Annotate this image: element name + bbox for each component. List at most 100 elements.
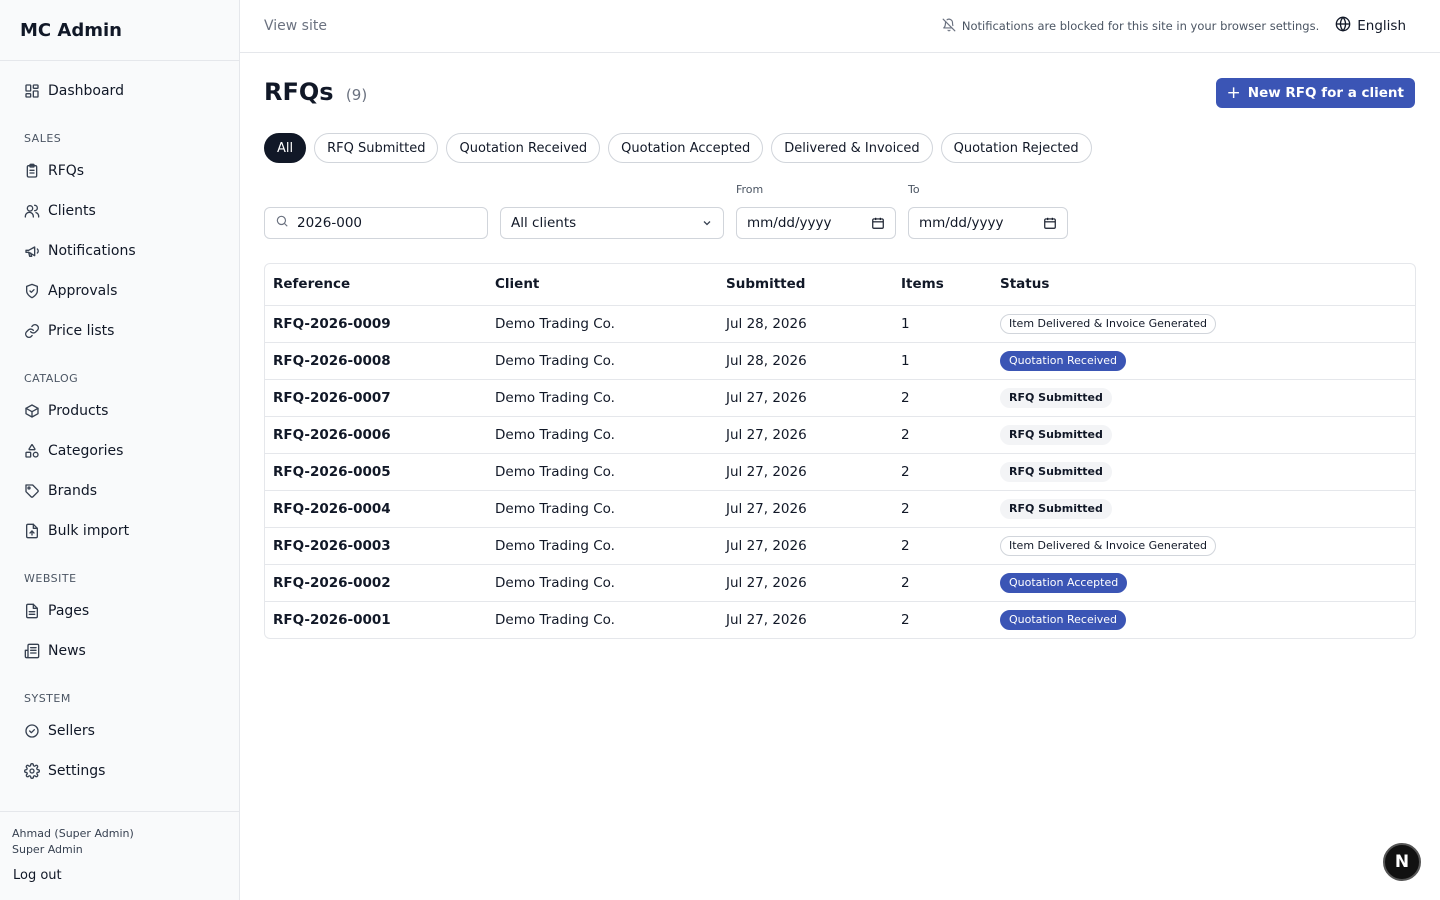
status-badge: Quotation Received (1000, 350, 1127, 371)
cell-status: Quotation Accepted (992, 564, 1415, 602)
tag-icon (24, 483, 40, 499)
table-row[interactable]: RFQ-2026-0005 Demo Trading Co. Jul 27, 202… (265, 453, 1415, 491)
cell-client: Demo Trading Co. (487, 490, 718, 528)
badge-check-icon (24, 723, 40, 739)
cell-reference[interactable]: RFQ-2026-0004 (265, 490, 487, 528)
cell-client: Demo Trading Co. (487, 305, 718, 343)
from-date-value: mm/dd/yyyy (747, 215, 832, 231)
page-count: (9) (345, 86, 368, 104)
column-header-client[interactable]: Client (487, 264, 718, 306)
sidebar-item-label: Brands (48, 483, 97, 499)
sidebar-item-pages[interactable]: Pages (0, 591, 239, 631)
to-date-input[interactable]: mm/dd/yyyy (908, 207, 1068, 239)
cell-items: 2 (893, 564, 992, 602)
status-badge: Item Delivered & Invoice Generated (1000, 313, 1216, 334)
sidebar-item-price-lists[interactable]: Price lists (0, 311, 239, 351)
sidebar-item-news[interactable]: News (0, 631, 239, 671)
tab-quotation-accepted[interactable]: Quotation Accepted (608, 133, 764, 163)
new-rfq-button[interactable]: + New RFQ for a client (1215, 78, 1415, 108)
cell-submitted: Jul 27, 2026 (718, 453, 893, 491)
cell-reference[interactable]: RFQ-2026-0009 (265, 305, 487, 343)
globe-icon (1335, 16, 1357, 36)
tab-all[interactable]: All (264, 133, 307, 163)
app-title: MC Admin (0, 0, 239, 61)
search-input[interactable]: 2026-000 (264, 207, 488, 239)
cell-client: Demo Trading Co. (487, 342, 718, 380)
cell-reference[interactable]: RFQ-2026-0006 (265, 416, 487, 454)
cell-submitted: Jul 27, 2026 (718, 564, 893, 602)
cell-client: Demo Trading Co. (487, 564, 718, 602)
table-row[interactable]: RFQ-2026-0006 Demo Trading Co. Jul 27, 202… (265, 416, 1415, 454)
table-row[interactable]: RFQ-2026-0003 Demo Trading Co. Jul 27, 202… (265, 527, 1415, 565)
tab-quotation-received[interactable]: Quotation Received (446, 133, 601, 163)
file-text-icon (24, 603, 40, 619)
sidebar-footer: Ahmad (Super Admin) Super Admin Log out (0, 811, 239, 900)
tab-delivered-invoiced[interactable]: Delivered & Invoiced (771, 133, 933, 163)
cell-reference[interactable]: RFQ-2026-0001 (265, 601, 487, 638)
column-header-items[interactable]: Items (893, 264, 992, 306)
view-site-link[interactable]: View site (264, 18, 327, 34)
sidebar-item-brands[interactable]: Brands (0, 471, 239, 511)
cell-client: Demo Trading Co. (487, 379, 718, 417)
cell-reference[interactable]: RFQ-2026-0003 (265, 527, 487, 565)
sidebar-item-label: Notifications (48, 243, 136, 259)
sidebar-item-categories[interactable]: Categories (0, 431, 239, 471)
sidebar-nav: Dashboard SALES RFQs Clients Notifications Ap… (0, 61, 239, 791)
column-header-status[interactable]: Status (992, 264, 1415, 306)
sidebar-item-products[interactable]: Products (0, 391, 239, 431)
sidebar-section-system: SYSTEM (24, 692, 71, 705)
shield-check-icon (24, 283, 40, 299)
cell-reference[interactable]: RFQ-2026-0002 (265, 564, 487, 602)
sidebar-item-clients[interactable]: Clients (0, 191, 239, 231)
tab-rfq-submitted[interactable]: RFQ Submitted (314, 133, 439, 163)
column-header-submitted[interactable]: Submitted (718, 264, 893, 306)
sidebar-section-sales: SALES (24, 132, 62, 145)
table-row[interactable]: RFQ-2026-0008 Demo Trading Co. Jul 28, 202… (265, 342, 1415, 380)
cell-reference[interactable]: RFQ-2026-0007 (265, 379, 487, 417)
sidebar-item-settings[interactable]: Settings (0, 751, 239, 791)
status-tabs: All RFQ Submitted Quotation Received Quotat… (264, 133, 1100, 163)
sidebar-item-label: Products (48, 403, 109, 419)
to-date-value: mm/dd/yyyy (919, 215, 1004, 231)
cell-items: 1 (893, 305, 992, 343)
sidebar-item-dashboard[interactable]: Dashboard (0, 71, 239, 111)
cell-submitted: Jul 27, 2026 (718, 527, 893, 565)
users-icon (24, 203, 40, 219)
calendar-icon[interactable] (1043, 216, 1057, 230)
sidebar-item-label: Dashboard (48, 83, 124, 99)
topbar: View site Notifications are blocked for … (240, 0, 1440, 53)
sidebar-item-label: Approvals (48, 283, 118, 299)
filters: 2026-000 All clients From mm/dd/yyyy To … (264, 183, 1416, 243)
language-switcher[interactable]: English (1335, 16, 1406, 36)
table-row[interactable]: RFQ-2026-0001 Demo Trading Co. Jul 27, 202… (265, 601, 1415, 638)
cell-reference[interactable]: RFQ-2026-0008 (265, 342, 487, 380)
notification-notice: Notifications are blocked for this site … (942, 18, 1319, 35)
sidebar-item-approvals[interactable]: Approvals (0, 271, 239, 311)
sidebar-item-notifications[interactable]: Notifications (0, 231, 239, 271)
status-badge: Quotation Received (1000, 609, 1127, 630)
box-icon (24, 403, 40, 419)
table-row[interactable]: RFQ-2026-0004 Demo Trading Co. Jul 27, 202… (265, 490, 1415, 528)
cell-submitted: Jul 27, 2026 (718, 490, 893, 528)
sidebar-item-sellers[interactable]: Sellers (0, 711, 239, 751)
column-header-reference[interactable]: Reference (265, 264, 487, 306)
client-select[interactable]: All clients (500, 207, 724, 239)
calendar-icon[interactable] (871, 216, 885, 230)
cell-reference[interactable]: RFQ-2026-0005 (265, 453, 487, 491)
new-rfq-button-label: New RFQ for a client (1247, 85, 1404, 101)
sidebar-item-rfqs[interactable]: RFQs (0, 151, 239, 191)
sidebar-item-label: Price lists (48, 323, 115, 339)
sidebar-item-bulk-import[interactable]: Bulk import (0, 511, 239, 551)
dev-tools-button[interactable]: N (1383, 843, 1421, 881)
chevron-down-icon (701, 217, 713, 229)
tab-quotation-rejected[interactable]: Quotation Rejected (940, 133, 1092, 163)
gear-icon (24, 763, 40, 779)
logout-link[interactable]: Log out (12, 868, 227, 883)
table-row[interactable]: RFQ-2026-0007 Demo Trading Co. Jul 27, 202… (265, 379, 1415, 417)
table-row[interactable]: RFQ-2026-0002 Demo Trading Co. Jul 27, 202… (265, 564, 1415, 602)
sidebar-item-label: Categories (48, 443, 124, 459)
cell-items: 2 (893, 416, 992, 454)
sidebar-item-label: Sellers (48, 723, 95, 739)
table-row[interactable]: RFQ-2026-0009 Demo Trading Co. Jul 28, 202… (265, 305, 1415, 343)
from-date-input[interactable]: mm/dd/yyyy (736, 207, 896, 239)
